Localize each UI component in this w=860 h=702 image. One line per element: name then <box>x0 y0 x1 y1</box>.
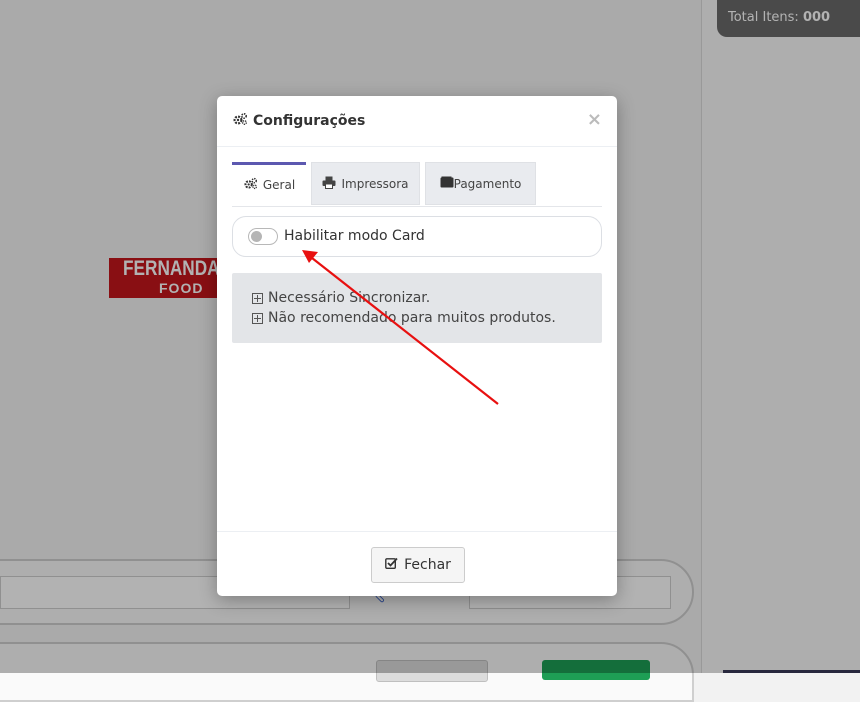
annotation-arrow <box>302 250 499 405</box>
